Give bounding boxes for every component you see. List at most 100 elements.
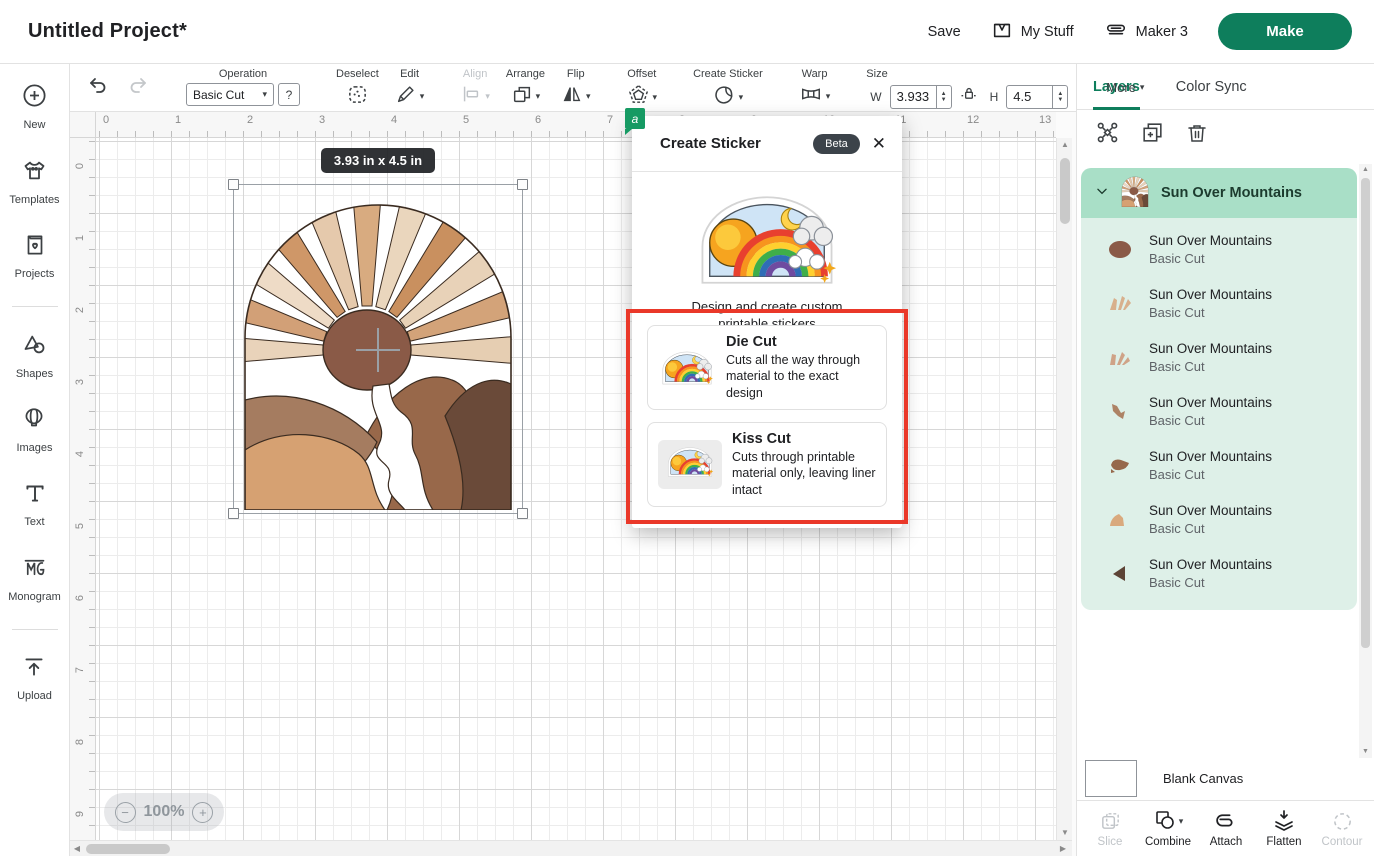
scroll-right-icon[interactable]: ▶: [1056, 841, 1070, 857]
create-sticker-button[interactable]: Create Sticker ▾: [685, 64, 771, 111]
layers-scrollbar[interactable]: ▲ ▼: [1359, 164, 1372, 758]
height-value: 4.5: [1007, 89, 1052, 104]
operation-group: Operation Basic Cut ▾ ?: [178, 64, 308, 111]
layer-title: Sun Over Mountains: [1149, 339, 1272, 358]
height-input[interactable]: 4.5 ▲ ▼: [1006, 85, 1068, 109]
undo-button[interactable]: [86, 73, 110, 102]
size-label: Size: [866, 68, 887, 80]
resize-handle-top-left[interactable]: [228, 179, 239, 190]
design-canvas[interactable]: 012345678910111213 0123456789 3.93 in x …: [70, 112, 1076, 856]
arrange-button[interactable]: Arrange ▾: [498, 64, 553, 111]
width-label: W: [870, 90, 881, 104]
dimension-badge: 3.93 in x 4.5 in: [321, 148, 435, 173]
combine-icon: [1153, 808, 1177, 835]
save-button[interactable]: Save: [928, 24, 961, 40]
duplicate-button[interactable]: [1140, 120, 1165, 150]
lock-ratio-button[interactable]: [959, 83, 979, 110]
ruler-label: 6: [535, 114, 541, 126]
my-stuff-button[interactable]: My Stuff: [991, 19, 1074, 45]
layer-group: Sun Over Mountains Sun Over Mountains Ba…: [1081, 168, 1357, 610]
delete-button[interactable]: [1185, 121, 1209, 150]
edit-button[interactable]: Edit ▾: [387, 64, 433, 111]
sidebar-item-upload[interactable]: Upload: [17, 654, 52, 702]
offset-label: Offset: [627, 68, 656, 80]
operation-label: Operation: [219, 68, 267, 80]
zoom-in-button[interactable]: +: [192, 802, 213, 823]
deselect-button[interactable]: Deselect: [328, 64, 387, 111]
offset-icon: [627, 83, 650, 111]
ruler-label: 13: [1039, 114, 1051, 126]
sidebar-divider: [12, 629, 58, 630]
machine-selector[interactable]: Maker 3: [1104, 19, 1188, 45]
resize-handle-bottom-right[interactable]: [517, 508, 528, 519]
ruler-label: 4: [391, 114, 397, 126]
resize-handle-bottom-left[interactable]: [228, 508, 239, 519]
contour-button[interactable]: Contour: [1314, 809, 1370, 848]
blank-canvas-row[interactable]: Blank Canvas: [1077, 756, 1374, 800]
close-icon[interactable]: ✕: [872, 134, 886, 154]
die-cut-option[interactable]: Die Cut Cuts all the way through materia…: [647, 325, 887, 410]
make-button[interactable]: Make: [1218, 13, 1352, 50]
vertical-scroll-thumb[interactable]: [1060, 158, 1070, 224]
sidebar-item-monogram[interactable]: Monogram: [8, 554, 61, 603]
layer-row[interactable]: Sun Over Mountains Basic Cut: [1081, 276, 1357, 330]
edit-label: Edit: [400, 68, 419, 80]
layer-thumbnail: [1107, 294, 1133, 313]
operation-help-button[interactable]: ?: [278, 83, 300, 106]
layer-row[interactable]: Sun Over Mountains Basic Cut: [1081, 222, 1357, 276]
offset-button[interactable]: Offset ▾: [619, 64, 666, 111]
warp-button[interactable]: Warp ▾: [791, 64, 839, 111]
layer-row[interactable]: Sun Over Mountains Basic Cut: [1081, 330, 1357, 384]
die-cut-title: Die Cut: [726, 334, 876, 350]
zoom-out-button[interactable]: −: [115, 802, 136, 823]
sidebar-item-images[interactable]: Images: [16, 406, 52, 454]
popup-title: Create Sticker: [660, 135, 813, 152]
balloon-icon: [21, 406, 47, 437]
redo-button[interactable]: [126, 73, 150, 102]
sidebar-item-text[interactable]: Text: [22, 480, 48, 528]
project-title[interactable]: Untitled Project*: [28, 20, 187, 43]
scroll-left-icon[interactable]: ◀: [70, 841, 84, 857]
selection-box[interactable]: [233, 184, 523, 514]
contour-label: Contour: [1322, 836, 1363, 848]
layers-scroll-thumb[interactable]: [1361, 178, 1370, 648]
canvas-vertical-scrollbar[interactable]: ▲ ▼: [1056, 138, 1072, 840]
sidebar-item-projects[interactable]: Projects: [15, 232, 55, 280]
width-input[interactable]: 3.933 ▲ ▼: [890, 85, 952, 109]
step-down-icon: ▼: [1057, 97, 1063, 103]
align-button[interactable]: Align ▾: [452, 64, 498, 111]
blank-canvas-label: Blank Canvas: [1163, 771, 1243, 786]
ruler-label: 2: [74, 304, 86, 316]
operation-select[interactable]: Basic Cut ▾: [186, 83, 274, 106]
ruler-label: 7: [74, 664, 86, 676]
more-button[interactable]: More ▾: [1096, 64, 1154, 111]
flip-button[interactable]: Flip ▾: [553, 64, 599, 111]
scroll-up-icon[interactable]: ▲: [1057, 138, 1073, 152]
sidebar-item-new[interactable]: New: [21, 82, 48, 131]
layer-row[interactable]: Sun Over Mountains Basic Cut: [1081, 546, 1357, 600]
layer-group-header[interactable]: Sun Over Mountains: [1081, 168, 1357, 218]
tab-color-sync[interactable]: Color Sync: [1176, 64, 1247, 109]
combine-button[interactable]: ▾ Combine: [1140, 809, 1196, 848]
slice-button[interactable]: Slice: [1082, 809, 1138, 848]
canvas-horizontal-scrollbar[interactable]: ◀ ▶: [70, 840, 1072, 856]
layer-row[interactable]: Sun Over Mountains Basic Cut: [1081, 492, 1357, 546]
layer-row[interactable]: Sun Over Mountains Basic Cut: [1081, 438, 1357, 492]
scroll-down-icon[interactable]: ▼: [1057, 826, 1073, 840]
width-stepper[interactable]: ▲ ▼: [936, 86, 951, 108]
resize-handle-top-right[interactable]: [517, 179, 528, 190]
group-button[interactable]: [1095, 120, 1120, 150]
kiss-cut-option[interactable]: Kiss Cut Cuts through printable material…: [647, 422, 887, 507]
contour-icon: [1331, 809, 1354, 833]
size-group: Size W 3.933 ▲ ▼ H 4.5 ▲ ▼: [858, 64, 1076, 111]
horizontal-scroll-thumb[interactable]: [86, 844, 170, 854]
layer-row[interactable]: Sun Over Mountains Basic Cut: [1081, 384, 1357, 438]
sidebar-item-templates[interactable]: Templates: [9, 157, 59, 206]
flatten-button[interactable]: Flatten: [1256, 809, 1312, 848]
layer-title: Sun Over Mountains: [1149, 501, 1272, 520]
height-stepper[interactable]: ▲ ▼: [1052, 86, 1067, 108]
attach-button[interactable]: Attach: [1198, 809, 1254, 848]
sidebar-label: Text: [24, 516, 44, 528]
sidebar-item-shapes[interactable]: Shapes: [16, 331, 53, 380]
scroll-up-icon[interactable]: ▲: [1359, 164, 1372, 176]
